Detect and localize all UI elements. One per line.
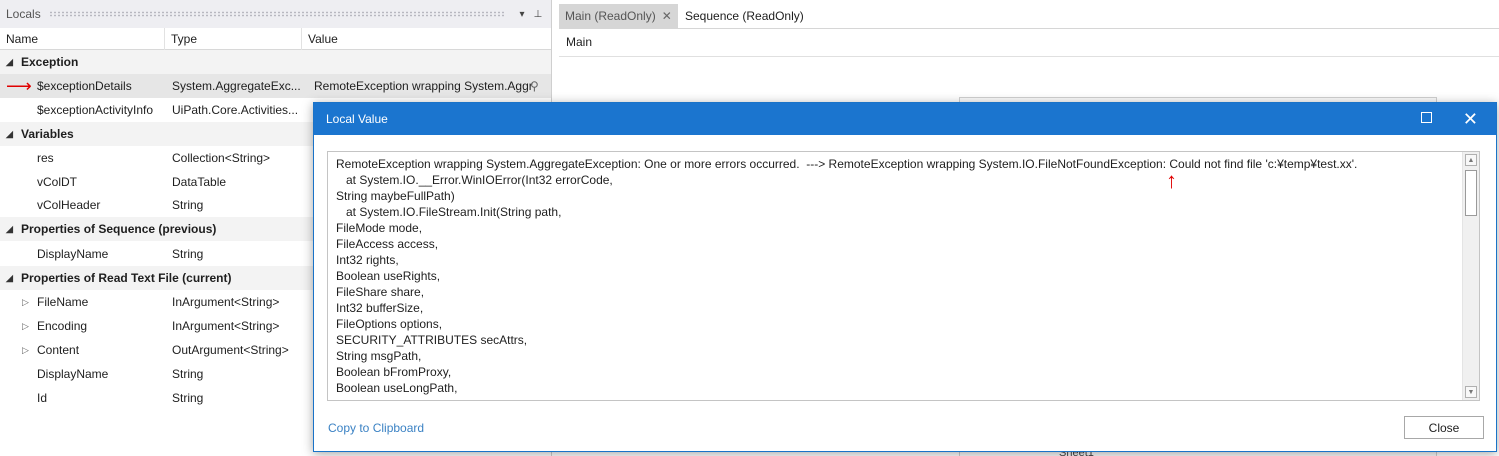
- row-type: UiPath.Core.Activities...: [172, 103, 299, 117]
- dialog-title: Local Value: [326, 112, 388, 126]
- vertical-scrollbar[interactable]: ▲ ▼: [1462, 152, 1479, 400]
- row-value: RemoteException wrapping System.Aggr: [314, 79, 533, 93]
- row-name: Content: [37, 343, 80, 357]
- row-type: InArgument<String>: [172, 319, 280, 333]
- maximize-icon[interactable]: [1421, 112, 1432, 123]
- row-exception-details[interactable]: ⟶ $exceptionDetails System.AggregateExc.…: [0, 74, 551, 98]
- row-name: DisplayName: [37, 367, 109, 381]
- row-type: Collection<String>: [172, 151, 271, 165]
- local-value-dialog: Local Value ✕ RemoteException wrapping S…: [313, 102, 1497, 452]
- tab-label: Main (ReadOnly): [565, 9, 656, 23]
- expand-triangle-icon[interactable]: ▷: [22, 314, 29, 338]
- row-name: Id: [37, 391, 48, 405]
- red-arrow-annotation-icon: ↑: [1166, 168, 1177, 193]
- document-tabbar: Main (ReadOnly) ✕ Sequence (ReadOnly): [559, 4, 1499, 28]
- value-textbox[interactable]: RemoteException wrapping System.Aggregat…: [327, 151, 1480, 401]
- value-text[interactable]: RemoteException wrapping System.Aggregat…: [336, 156, 1456, 396]
- tab-label: Sequence (ReadOnly): [685, 9, 804, 23]
- collapse-triangle-icon[interactable]: ◢: [6, 122, 13, 146]
- row-name: DisplayName: [37, 247, 109, 261]
- expand-triangle-icon[interactable]: ▷: [22, 290, 29, 314]
- row-name: $exceptionDetails: [37, 79, 132, 93]
- tab-close-icon[interactable]: ✕: [662, 9, 672, 23]
- category-label: Properties of Sequence (previous): [21, 222, 217, 236]
- category-label: Properties of Read Text File (current): [21, 271, 232, 285]
- tab-sequence[interactable]: Sequence (ReadOnly): [679, 4, 810, 28]
- column-type[interactable]: Type: [165, 28, 302, 50]
- breadcrumb[interactable]: Main: [566, 35, 592, 49]
- dialog-titlebar[interactable]: Local Value ✕: [314, 103, 1496, 135]
- scroll-thumb[interactable]: [1465, 170, 1477, 216]
- collapse-triangle-icon[interactable]: ◢: [6, 217, 13, 241]
- row-type: InArgument<String>: [172, 295, 280, 309]
- scroll-up-icon[interactable]: ▲: [1465, 154, 1477, 166]
- row-type: DataTable: [172, 175, 227, 189]
- collapse-triangle-icon[interactable]: ◢: [6, 50, 13, 74]
- column-value[interactable]: Value: [302, 28, 551, 50]
- row-name: $exceptionActivityInfo: [37, 103, 154, 117]
- row-type: String: [172, 198, 204, 212]
- collapse-triangle-icon[interactable]: ◢: [6, 266, 13, 290]
- scroll-down-icon[interactable]: ▼: [1465, 386, 1477, 398]
- close-button[interactable]: Close: [1404, 416, 1484, 439]
- row-name: Encoding: [37, 319, 88, 333]
- locals-title: Locals: [6, 7, 41, 21]
- column-header: Name Type Value: [0, 28, 551, 50]
- locals-header: Locals ▾ ⊥: [0, 0, 551, 28]
- copy-to-clipboard-link[interactable]: Copy to Clipboard: [328, 421, 424, 435]
- panel-drag-grip[interactable]: [48, 11, 505, 17]
- red-arrow-annotation-icon: ⟶: [6, 76, 32, 96]
- row-name: vColHeader: [37, 198, 101, 212]
- column-name[interactable]: Name: [0, 28, 165, 50]
- row-type: System.AggregateExc...: [172, 79, 300, 93]
- row-name: vColDT: [37, 175, 78, 189]
- row-type: OutArgument<String>: [172, 343, 289, 357]
- close-icon[interactable]: ✕: [1463, 103, 1478, 135]
- row-name: FileName: [37, 295, 89, 309]
- row-type: String: [172, 367, 204, 381]
- tab-main[interactable]: Main (ReadOnly) ✕: [559, 4, 678, 28]
- magnifier-icon[interactable]: ⚲: [530, 74, 539, 98]
- row-type: String: [172, 247, 204, 261]
- row-type: String: [172, 391, 204, 405]
- pin-icon[interactable]: ⊥: [531, 9, 545, 20]
- panel-menu-icon[interactable]: ▾: [515, 9, 529, 20]
- row-name: res: [37, 151, 54, 165]
- category-label: Variables: [21, 127, 74, 141]
- category-label: Exception: [21, 55, 79, 69]
- expand-triangle-icon[interactable]: ▷: [22, 338, 29, 362]
- divider: [559, 56, 1499, 57]
- category-exception[interactable]: ◢ Exception: [0, 50, 551, 74]
